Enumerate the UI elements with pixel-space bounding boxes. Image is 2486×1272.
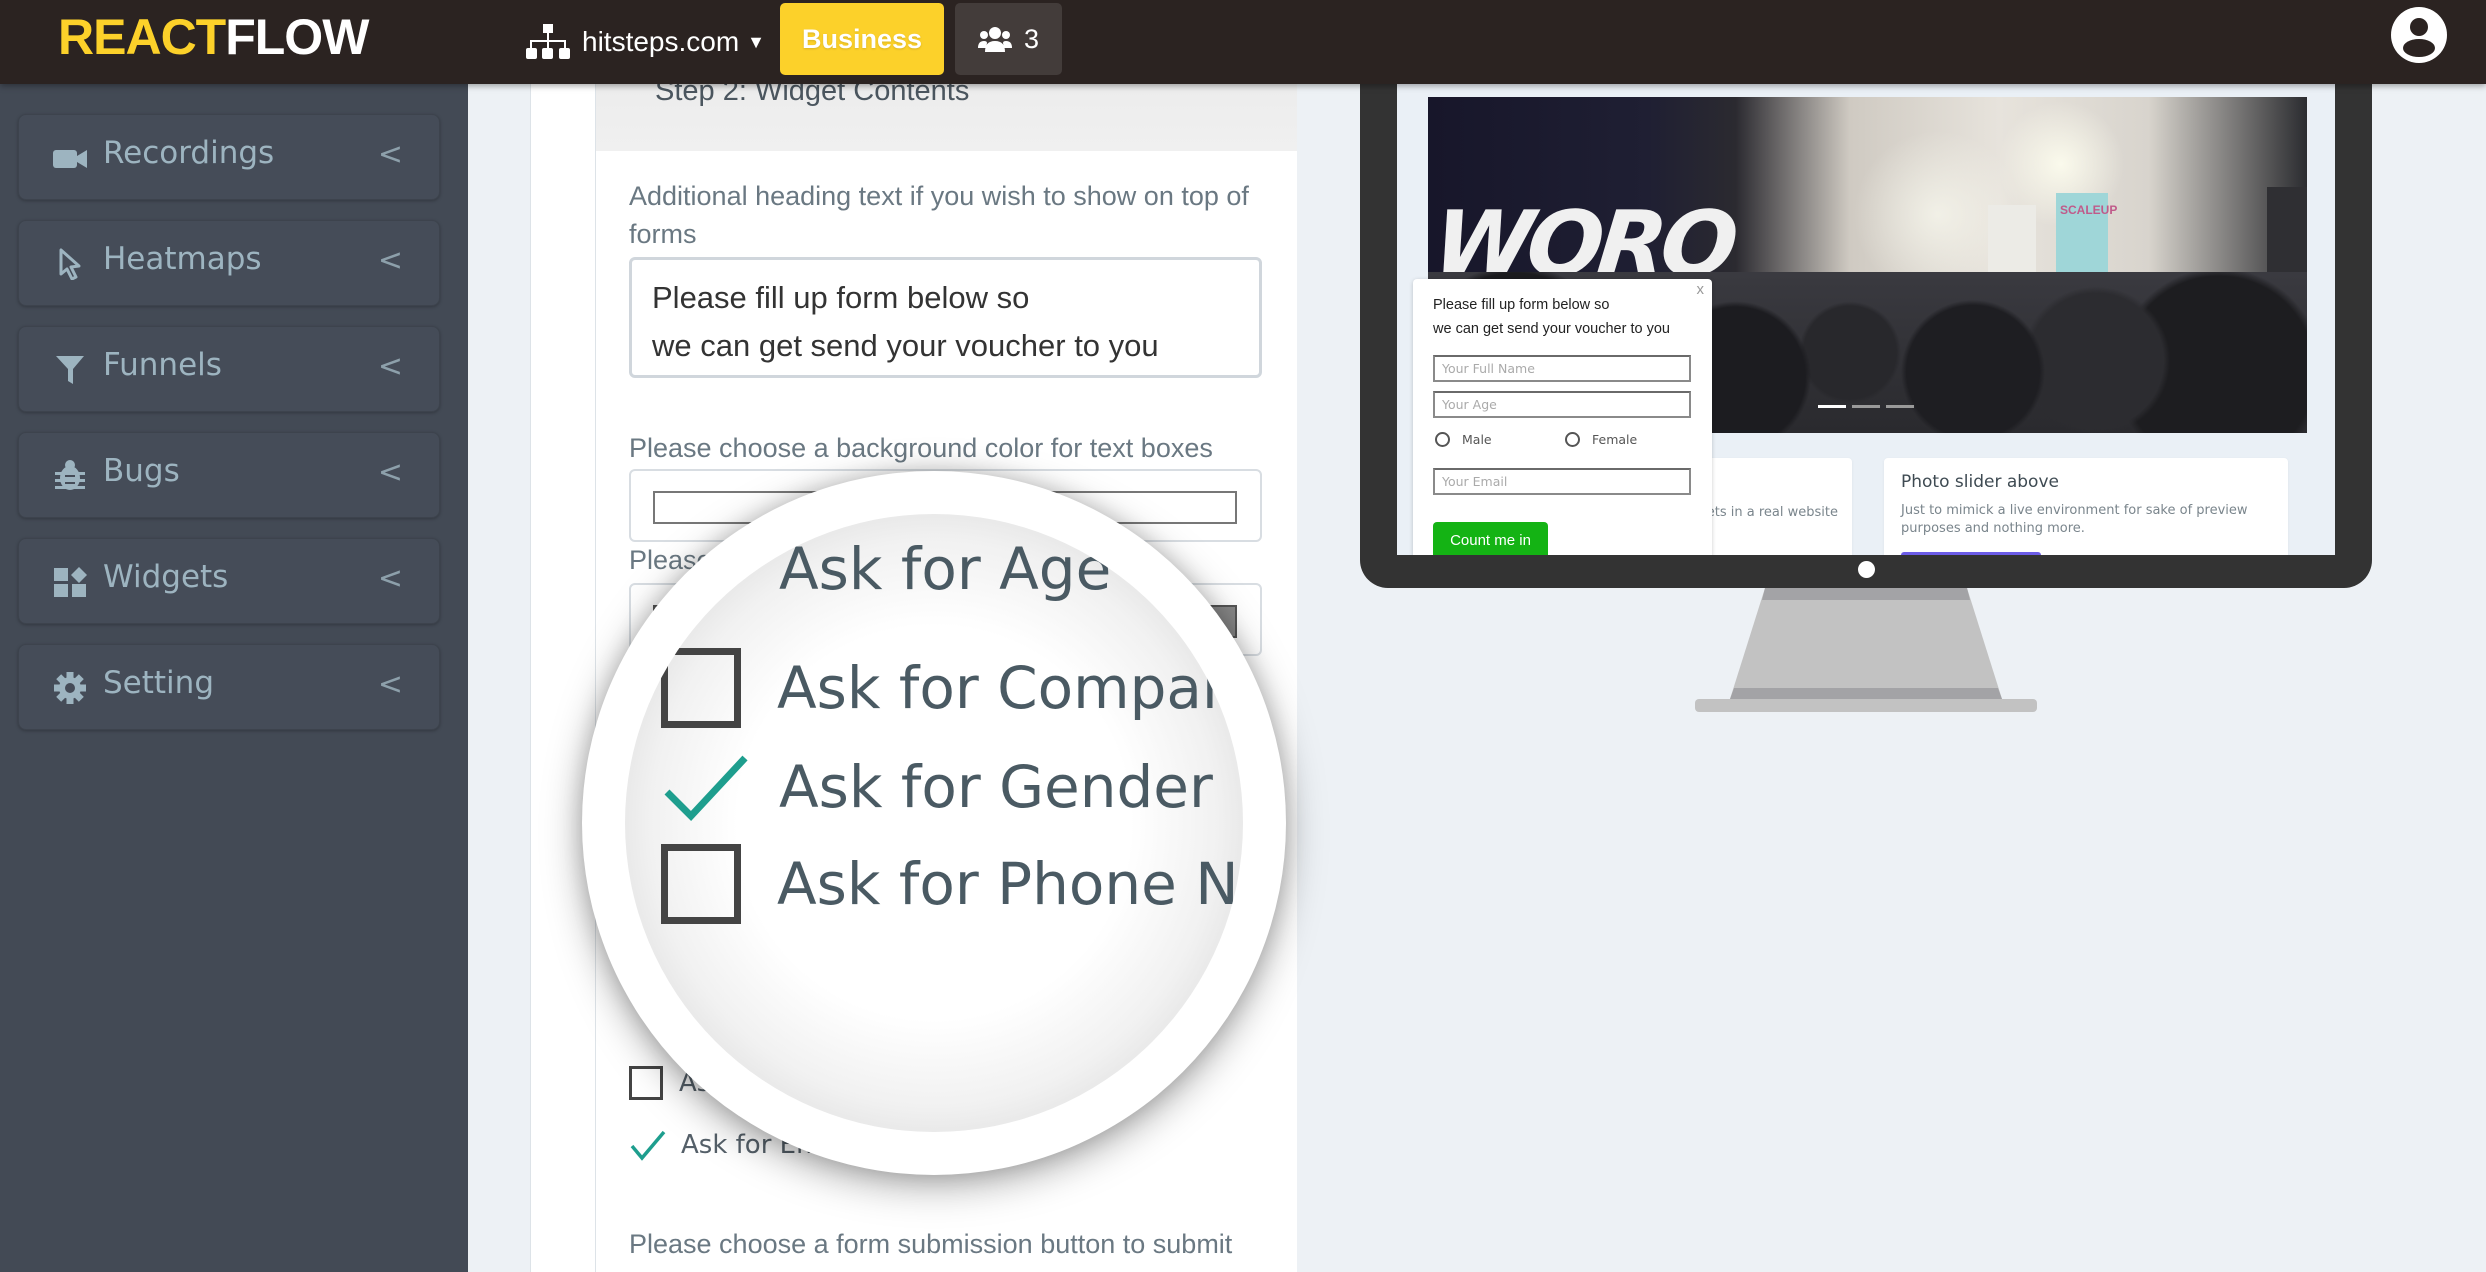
- user-circle-icon[interactable]: [2390, 6, 2448, 64]
- site-name: hitsteps.com: [582, 26, 740, 57]
- zoomed-ask-phone[interactable]: Ask for Phone N: [661, 844, 1239, 924]
- widgets-icon: [54, 567, 87, 597]
- monitor-stand: [1730, 588, 2002, 699]
- full-name-input[interactable]: Your Full Name: [1433, 355, 1691, 382]
- caret-down-icon: ▼: [747, 31, 765, 52]
- chevron-left-icon: <: [377, 137, 403, 172]
- radio-icon: [1565, 432, 1580, 447]
- preview-card-right: Photo slider above Just to mimick a live…: [1884, 458, 2288, 555]
- site-selector[interactable]: hitsteps.com ▼: [526, 14, 765, 70]
- sidebar-item-heatmaps[interactable]: Heatmaps <: [18, 220, 440, 306]
- reactflow-logo[interactable]: REACTFLOW: [58, 8, 369, 66]
- gender-radio-male[interactable]: Male: [1435, 432, 1492, 447]
- magnifier-lens: Ask for Age Ask for Company Ask for Gend…: [625, 514, 1243, 1132]
- slider-dot[interactable]: [1818, 405, 1846, 408]
- mouse-pointer-icon: [59, 248, 81, 280]
- sidebar-item-widgets[interactable]: Widgets <: [18, 538, 440, 624]
- card-button[interactable]: [1901, 552, 2041, 555]
- users-icon: [977, 27, 1012, 52]
- slider-dot[interactable]: [1852, 405, 1880, 408]
- checkbox-empty-icon: [661, 844, 741, 924]
- slider-indicators: [1818, 405, 1914, 408]
- popup-heading: Please fill up form below so we can get …: [1433, 297, 1670, 337]
- heading-text-label: Additional heading text if you wish to s…: [629, 181, 1249, 211]
- checkmark-icon: [630, 1130, 666, 1161]
- gear-icon: [54, 672, 86, 704]
- sidebar-item-setting[interactable]: Setting <: [18, 644, 440, 730]
- radio-icon: [1435, 432, 1450, 447]
- magnifier-overlay: Ask for Age Ask for Company Ask for Gend…: [582, 471, 1286, 1175]
- form-widget-popup: x Please fill up form below so we can ge…: [1413, 279, 1712, 555]
- checkmark-icon: [664, 755, 748, 822]
- chevron-left-icon: <: [377, 243, 403, 278]
- chevron-left-icon: <: [377, 455, 403, 490]
- close-icon[interactable]: x: [1697, 281, 1705, 298]
- sitemap-icon: [526, 24, 570, 59]
- plan-business-button[interactable]: Business: [780, 3, 944, 75]
- video-camera-icon: [53, 150, 87, 168]
- slider-dot[interactable]: [1886, 405, 1914, 408]
- age-input[interactable]: Your Age: [1433, 391, 1691, 418]
- zoomed-ask-age[interactable]: Ask for Age: [661, 534, 1111, 604]
- zoomed-ask-gender[interactable]: Ask for Gender: [661, 752, 1213, 822]
- monitor-camera-icon: [1858, 561, 1875, 578]
- sidebar-item-funnels[interactable]: Funnels <: [18, 326, 440, 412]
- monitor-base: [1695, 699, 2037, 712]
- preview-screen: WORQ SCALEUP gets in a real website Phot…: [1397, 84, 2335, 555]
- top-header: REACTFLOW hitsteps.com ▼ Business 3: [0, 0, 2486, 84]
- checkmark-icon: [664, 537, 748, 604]
- checkbox-empty-icon: [661, 648, 741, 728]
- email-input[interactable]: Your Email: [1433, 468, 1691, 495]
- zoomed-ask-company[interactable]: Ask for Company: [661, 648, 1243, 728]
- filter-icon: [56, 356, 84, 384]
- team-users-button[interactable]: 3: [955, 3, 1062, 75]
- submit-button-label: Please choose a form submission button t…: [629, 1229, 1233, 1259]
- gender-radio-female[interactable]: Female: [1565, 432, 1637, 447]
- bug-icon: [55, 460, 85, 490]
- count-me-in-button[interactable]: Count me in: [1433, 522, 1548, 555]
- sidebar-item-bugs[interactable]: Bugs <: [18, 432, 440, 518]
- checkbox-empty-icon: [629, 1066, 663, 1100]
- chevron-left-icon: <: [377, 349, 403, 384]
- users-count: 3: [1023, 23, 1040, 54]
- chevron-left-icon: <: [377, 561, 403, 596]
- heading-text-label-cont: forms: [629, 219, 697, 249]
- chevron-left-icon: <: [377, 667, 403, 702]
- sidebar-item-recordings[interactable]: Recordings <: [18, 114, 440, 200]
- bg-color-label: Please choose a background color for tex…: [629, 433, 1213, 463]
- heading-text-input[interactable]: Please fill up form below so we can get …: [629, 257, 1262, 378]
